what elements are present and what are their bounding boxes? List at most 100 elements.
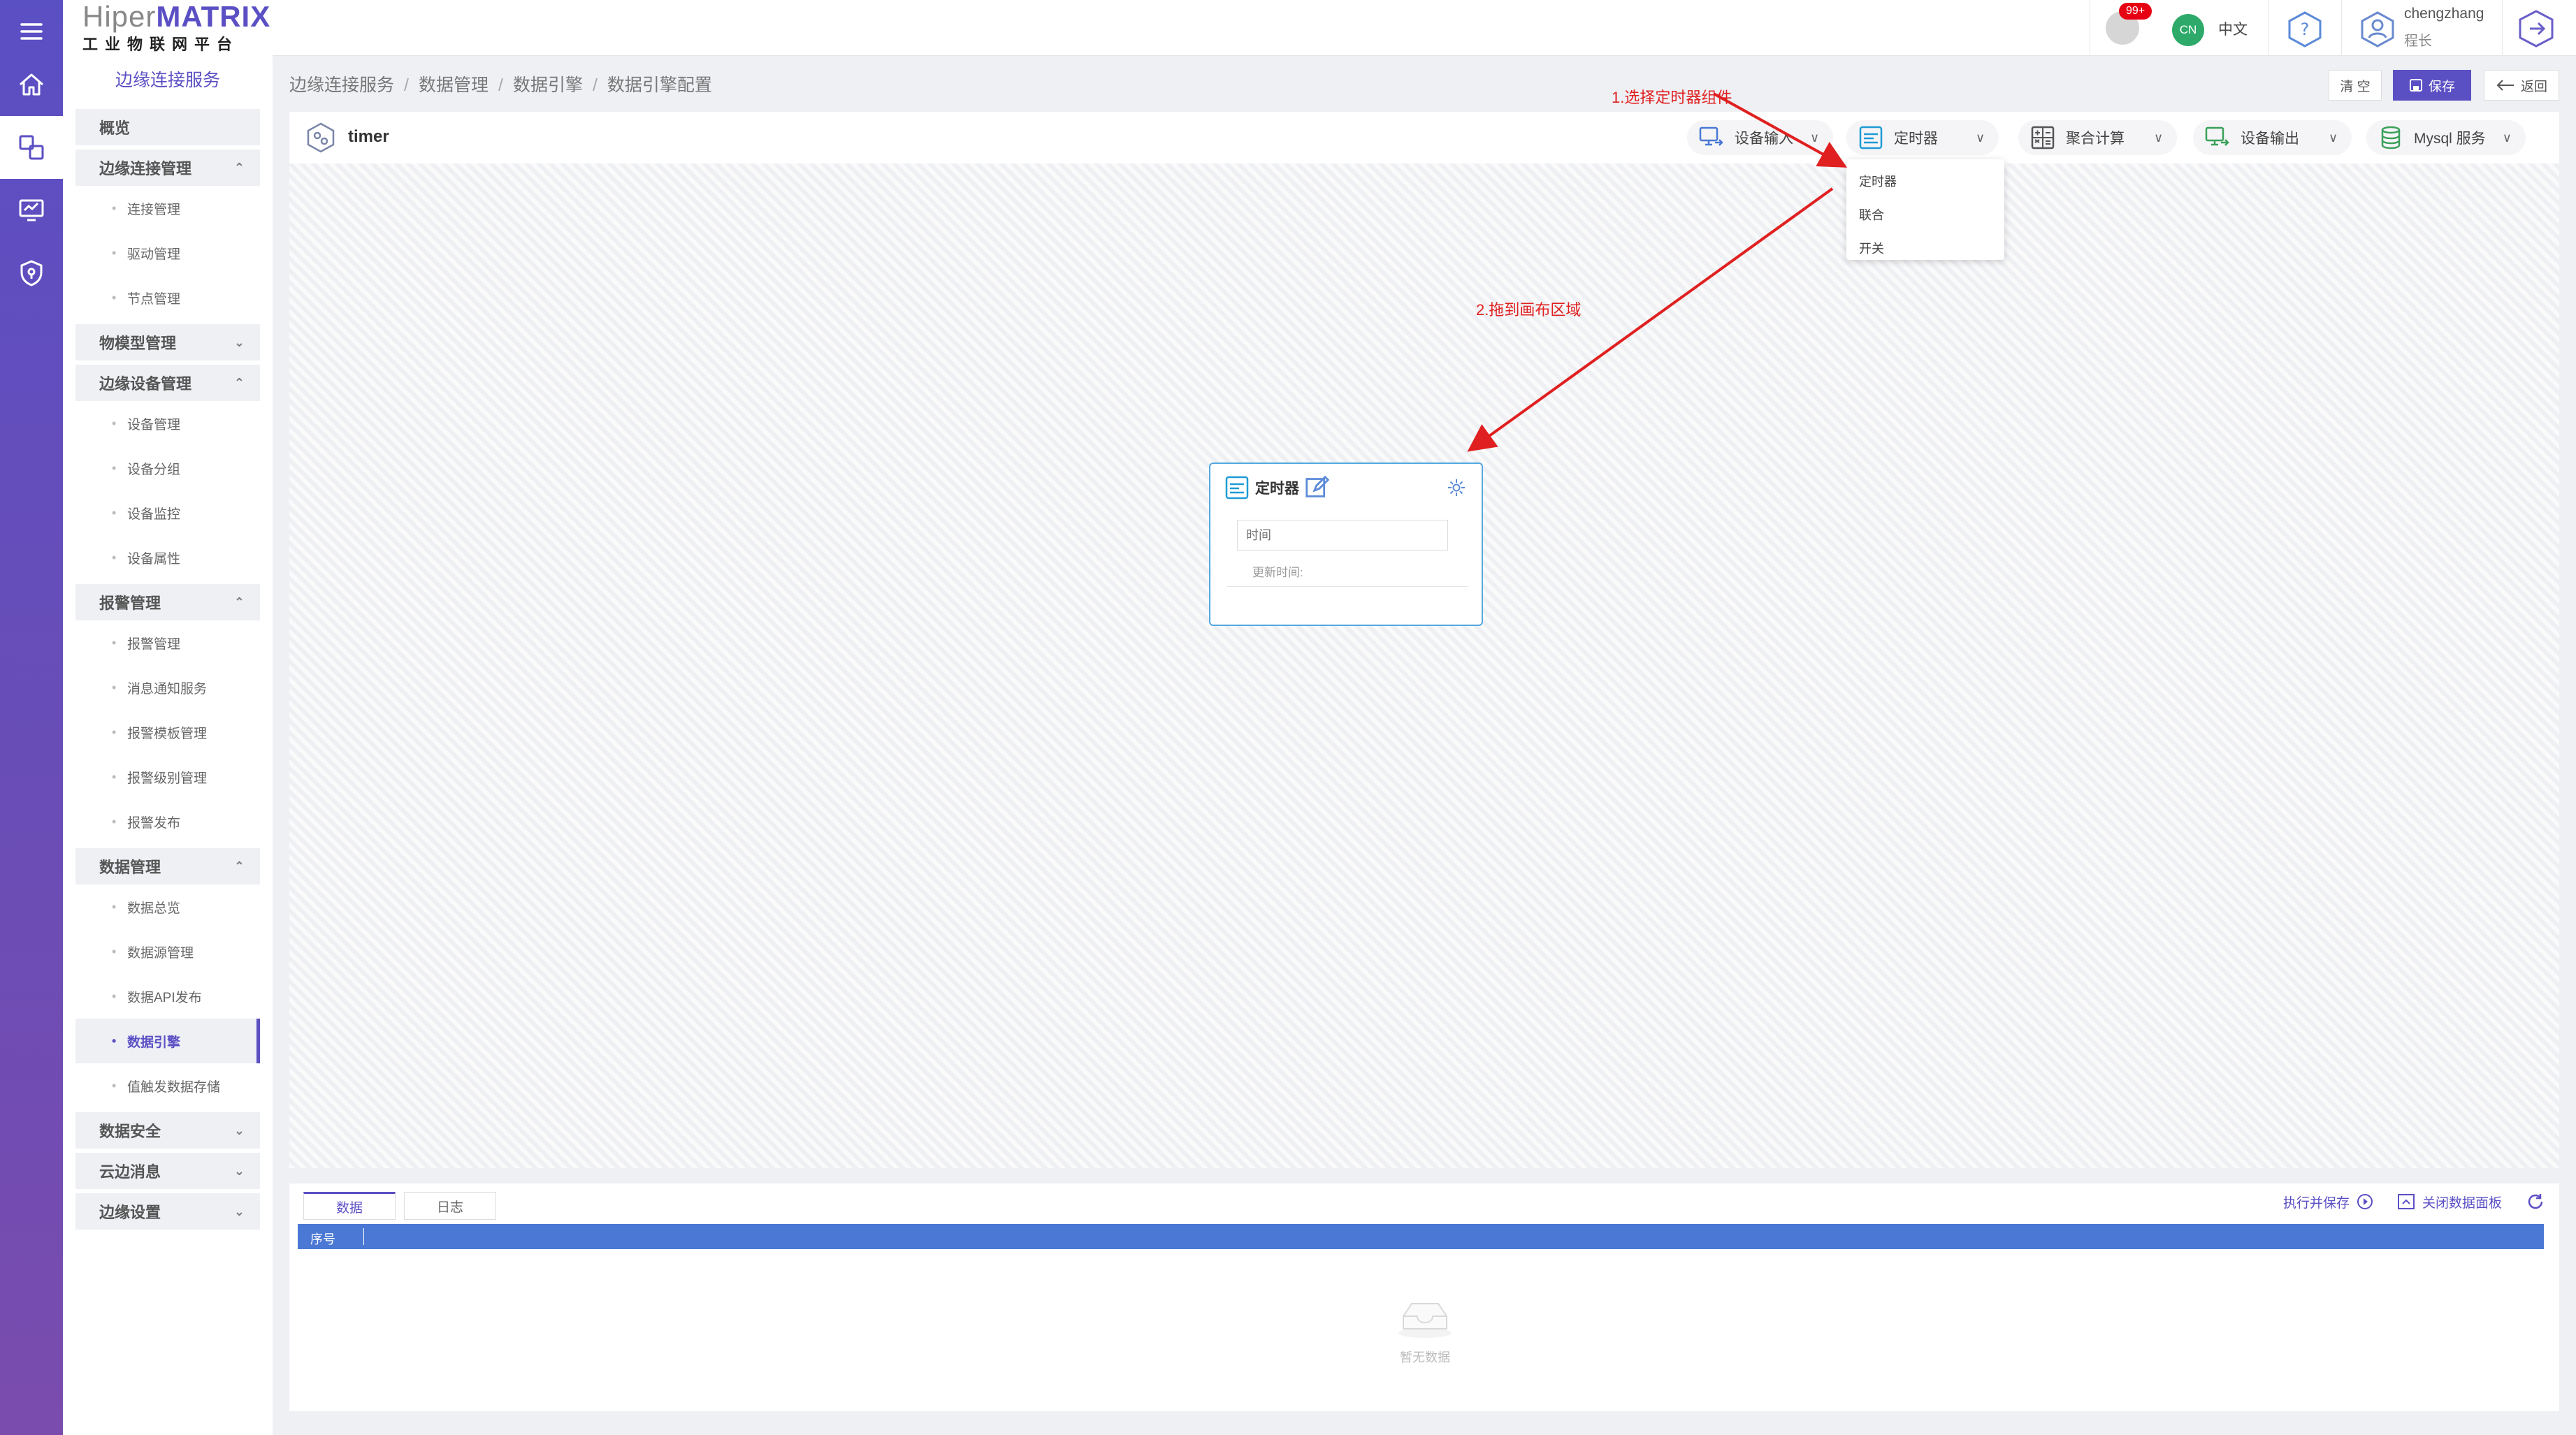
- monitor-icon: [19, 199, 44, 221]
- sidebar-item[interactable]: 消息通知服务: [63, 665, 273, 710]
- database-icon: [2381, 126, 2401, 150]
- flow-name: timer: [348, 127, 389, 146]
- sidebar-item[interactable]: 节点管理: [63, 275, 273, 320]
- node-updated-label: 更新时间:: [1227, 559, 1468, 587]
- sidebar-group[interactable]: 概览: [75, 109, 260, 145]
- sidebar-item[interactable]: 设备管理: [63, 401, 273, 446]
- top-header: 99+ CN 中文 ? chengzhang 程长: [273, 0, 2576, 56]
- sidebar-item[interactable]: 连接管理: [63, 186, 273, 231]
- refresh-icon[interactable]: [2526, 1192, 2545, 1211]
- chevron-up-icon: ⌃: [233, 160, 245, 175]
- brand-logo[interactable]: HiperMATRIX 工业物联网平台: [63, 0, 273, 56]
- table-header: 序号: [298, 1224, 2544, 1249]
- logout-icon[interactable]: [2516, 8, 2556, 49]
- logo-text: HiperMATRIX: [82, 0, 271, 33]
- tab-log[interactable]: 日志: [404, 1192, 496, 1220]
- sidebar-group[interactable]: 云边消息 ⌄: [75, 1153, 260, 1189]
- sidebar-item[interactable]: 设备属性: [63, 535, 273, 580]
- chevron-down-icon: ⌄: [233, 335, 245, 349]
- rail-monitor-button[interactable]: [0, 179, 63, 242]
- sidebar-group-label: 数据安全: [99, 1123, 161, 1140]
- edit-icon[interactable]: [1305, 475, 1330, 500]
- sidebar-group[interactable]: 边缘设置 ⌄: [75, 1193, 260, 1230]
- header-divider: [2502, 0, 2503, 56]
- breadcrumb-item[interactable]: 数据管理: [419, 75, 489, 95]
- sidebar-group[interactable]: 数据安全 ⌄: [75, 1112, 260, 1149]
- sidebar-item[interactable]: 值触发数据存储: [63, 1063, 273, 1108]
- chevron-down-icon: ⌄: [233, 1204, 245, 1218]
- sidebar-item[interactable]: 报警模板管理: [63, 710, 273, 755]
- sidebar-group[interactable]: 报警管理 ⌃: [75, 584, 260, 620]
- sidebar-item[interactable]: 设备监控: [63, 490, 273, 535]
- dropdown-item-switch[interactable]: 开关: [1846, 232, 2004, 265]
- user-name[interactable]: chengzhang: [2404, 6, 2484, 22]
- sidebar-item[interactable]: 报警发布: [63, 799, 273, 844]
- notification-badge: 99+: [2119, 3, 2152, 20]
- tool-timer[interactable]: 定时器 ∨: [1846, 120, 1999, 155]
- sidebar-group[interactable]: 边缘设备管理 ⌃: [75, 365, 260, 401]
- rail-security-button[interactable]: [0, 242, 63, 305]
- aggregate-icon: [2031, 126, 2055, 150]
- sidebar-item-label: 数据源管理: [127, 945, 194, 961]
- sidebar-group-label: 边缘设备管理: [99, 375, 192, 393]
- flow-canvas[interactable]: [289, 163, 2559, 1168]
- breadcrumb-item[interactable]: 数据引擎: [513, 75, 583, 95]
- sidebar-item[interactable]: 数据总览: [63, 884, 273, 929]
- breadcrumb: 边缘连接服务 / 数据管理 / 数据引擎 / 数据引擎配置: [289, 75, 712, 95]
- column-divider: [363, 1228, 364, 1245]
- sidebar-item-label: 消息通知服务: [127, 681, 208, 697]
- save-button[interactable]: 保存: [2393, 70, 2471, 101]
- user-avatar-icon[interactable]: [2358, 10, 2397, 49]
- sidebar-menu: 概览边缘连接管理 ⌃ 连接管理驱动管理节点管理物模型管理 ⌄ 边缘设备管理 ⌃ 设备管理设备…: [63, 109, 273, 1230]
- sidebar-item[interactable]: 设备分组: [63, 446, 273, 490]
- sidebar-item[interactable]: 报警管理: [63, 620, 273, 665]
- sidebar-group[interactable]: 数据管理 ⌃: [75, 848, 260, 884]
- breadcrumb-item[interactable]: 边缘连接服务: [289, 75, 394, 95]
- sidebar-item-label: 设备管理: [127, 417, 181, 432]
- data-panel: 数据 日志 执行并保存 关闭数据面板 序号 暂无数据: [289, 1183, 2559, 1411]
- language-badge[interactable]: CN: [2172, 14, 2204, 46]
- save-icon: [2409, 79, 2422, 92]
- timer-node[interactable]: 定时器 更新时间:: [1209, 462, 1483, 626]
- rail-edge-button[interactable]: [0, 116, 63, 179]
- column-index: 序号: [310, 1232, 335, 1246]
- sidebar-item[interactable]: 数据API发布: [63, 974, 273, 1019]
- help-icon[interactable]: ?: [2285, 10, 2324, 49]
- flow-editor: timer 设备输入 ∨ 定时器 ∨ 聚合计算 ∨ 设备输出 ∨ Mysql 服务 ∨: [289, 112, 2559, 1168]
- sidebar-item-label: 报警级别管理: [127, 771, 208, 786]
- dropdown-item-join[interactable]: 联合: [1846, 198, 2004, 232]
- tool-device-output[interactable]: 设备输出 ∨: [2193, 120, 2352, 155]
- node-time-input[interactable]: [1237, 520, 1448, 551]
- play-icon: [2357, 1194, 2373, 1209]
- sidebar-item-label: 设备分组: [127, 462, 181, 477]
- sidebar-item-label: 数据引擎: [127, 1035, 181, 1050]
- language-label[interactable]: 中文: [2218, 18, 2248, 39]
- sidebar-item[interactable]: 报警级别管理: [63, 755, 273, 799]
- sidebar-item[interactable]: 数据源管理: [63, 929, 273, 974]
- tab-data[interactable]: 数据: [303, 1192, 396, 1220]
- clear-button[interactable]: 清 空: [2329, 70, 2382, 101]
- execute-save-button[interactable]: 执行并保存: [2283, 1193, 2373, 1211]
- sidebar-group-label: 边缘连接管理: [99, 160, 192, 177]
- close-panel-button[interactable]: 关闭数据面板: [2397, 1193, 2502, 1211]
- sidebar-item[interactable]: 驱动管理: [63, 231, 273, 275]
- rail-home-button[interactable]: [0, 53, 63, 116]
- empty-box-icon: [1398, 1303, 1452, 1338]
- chevron-up-icon: ⌃: [233, 375, 245, 390]
- chevron-down-icon: ⌄: [233, 1123, 245, 1137]
- sidebar-item[interactable]: 数据引擎: [75, 1019, 260, 1063]
- device-output-icon: [2205, 126, 2229, 146]
- gear-icon[interactable]: [1447, 478, 1466, 497]
- tool-mysql[interactable]: Mysql 服务 ∨: [2366, 120, 2526, 155]
- tool-device-input[interactable]: 设备输入 ∨: [1687, 120, 1834, 155]
- back-button[interactable]: 返回: [2484, 70, 2559, 101]
- sidebar-group[interactable]: 边缘连接管理 ⌃: [75, 150, 260, 186]
- dropdown-item-timer[interactable]: 定时器: [1846, 165, 2004, 198]
- sidebar-group[interactable]: 物模型管理 ⌄: [75, 324, 260, 360]
- sidebar-group-label: 边缘设置: [99, 1204, 161, 1221]
- tool-aggregate[interactable]: 聚合计算 ∨: [2018, 120, 2178, 155]
- timer-icon: [1859, 126, 1883, 150]
- timer-dropdown-menu: 定时器 联合 开关: [1846, 159, 2004, 260]
- sidebar-item-label: 报警管理: [127, 636, 181, 652]
- sidebar-item-label: 节点管理: [127, 291, 181, 307]
